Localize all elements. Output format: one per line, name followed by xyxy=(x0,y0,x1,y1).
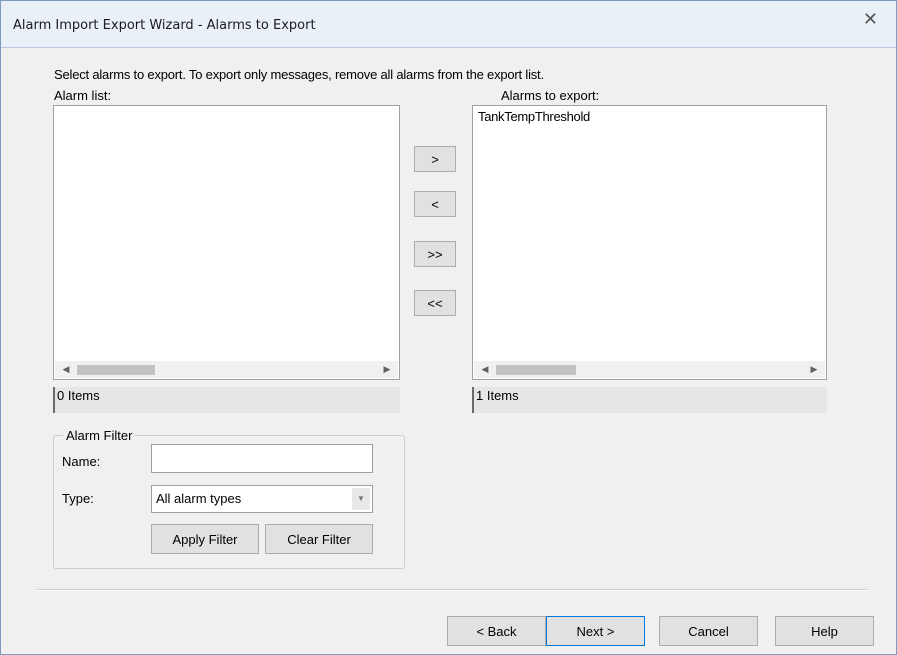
scroll-right-icon[interactable]: ▶ xyxy=(380,363,394,376)
alarm-list-hscrollbar[interactable]: ◀ ▶ xyxy=(55,361,398,378)
export-list-hscrollbar[interactable]: ◀ ▶ xyxy=(474,361,825,378)
remove-button[interactable]: < xyxy=(414,191,456,217)
chevron-down-icon[interactable]: ▼ xyxy=(352,488,370,510)
remove-all-button[interactable]: << xyxy=(414,290,456,316)
type-select-value: All alarm types xyxy=(156,491,242,506)
add-all-button[interactable]: >> xyxy=(414,241,456,267)
help-button[interactable]: Help xyxy=(775,616,874,646)
close-icon[interactable]: ✕ xyxy=(863,9,878,30)
clear-filter-button[interactable]: Clear Filter xyxy=(265,524,373,554)
export-list-label: Alarms to export: xyxy=(501,88,600,103)
name-label: Name: xyxy=(62,454,101,469)
cancel-button[interactable]: Cancel xyxy=(659,616,758,646)
alarm-list-label: Alarm list: xyxy=(54,88,112,103)
type-select[interactable]: All alarm types ▼ xyxy=(151,485,373,513)
instructions-text: Select alarms to export. To export only … xyxy=(54,67,544,82)
wizard-dialog: Alarm Import Export Wizard - Alarms to E… xyxy=(0,0,897,655)
alarm-filter-title: Alarm Filter xyxy=(63,428,136,443)
type-label: Type: xyxy=(62,491,94,506)
apply-filter-button[interactable]: Apply Filter xyxy=(151,524,259,554)
title-bar: Alarm Import Export Wizard - Alarms to E… xyxy=(1,1,896,48)
scroll-thumb[interactable] xyxy=(496,365,576,375)
export-list-count: 1 Items xyxy=(472,387,827,413)
scroll-thumb[interactable] xyxy=(77,365,155,375)
name-filter-input[interactable] xyxy=(151,444,373,473)
next-button[interactable]: Next > xyxy=(546,616,645,646)
scroll-left-icon[interactable]: ◀ xyxy=(59,363,73,376)
scroll-left-icon[interactable]: ◀ xyxy=(478,363,492,376)
scroll-right-icon[interactable]: ▶ xyxy=(807,363,821,376)
add-button[interactable]: > xyxy=(414,146,456,172)
export-list-box[interactable]: TankTempThreshold ◀ ▶ xyxy=(472,105,827,380)
back-button[interactable]: < Back xyxy=(447,616,546,646)
footer-separator xyxy=(37,589,867,591)
window-title: Alarm Import Export Wizard - Alarms to E… xyxy=(13,18,316,33)
alarm-list-box[interactable]: ◀ ▶ xyxy=(53,105,400,380)
alarm-list-count: 0 Items xyxy=(53,387,400,413)
list-item[interactable]: TankTempThreshold xyxy=(478,109,590,124)
